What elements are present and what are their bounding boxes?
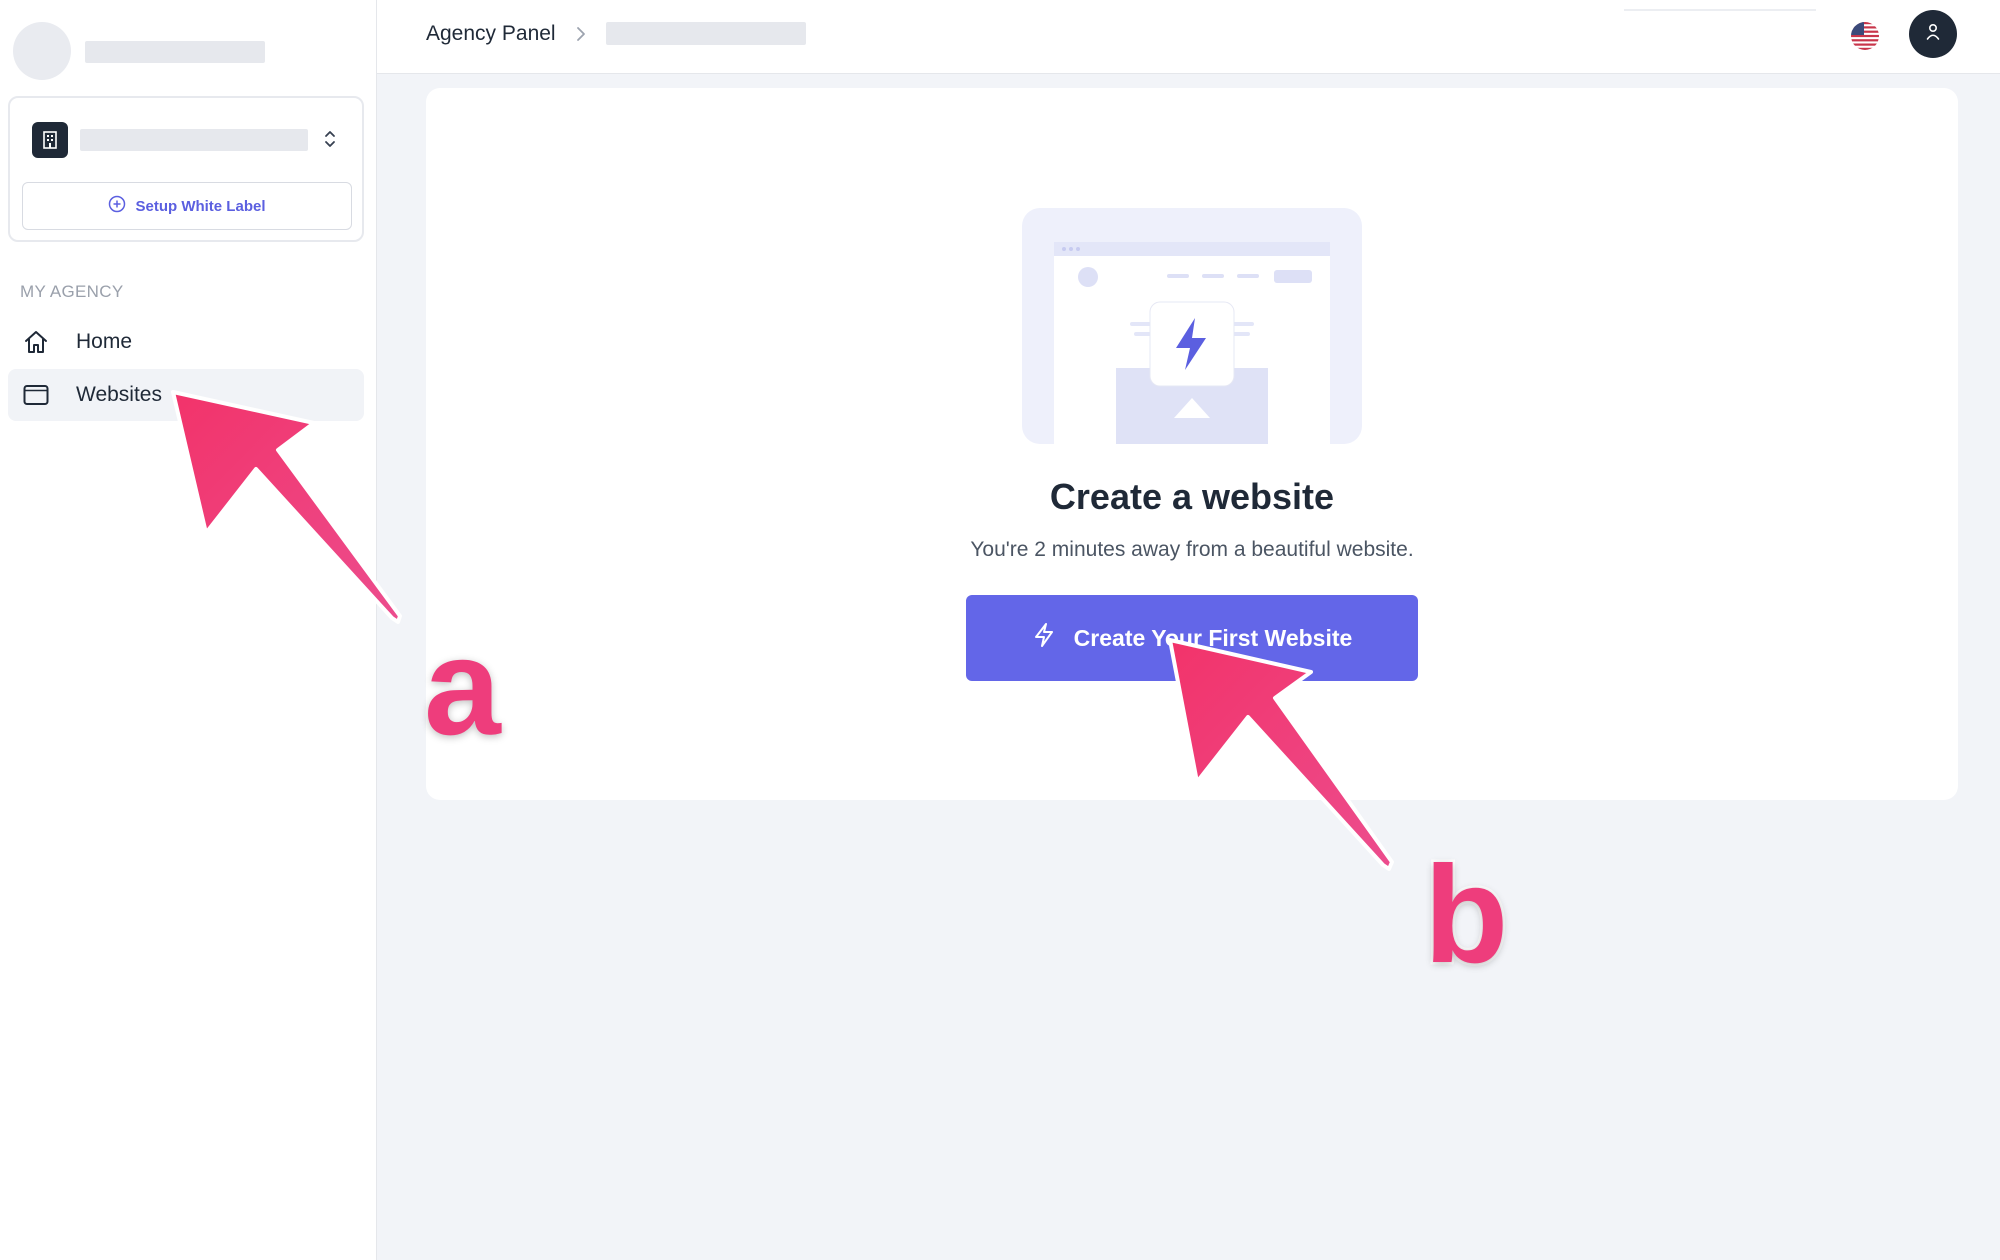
chevron-up-down-icon[interactable] — [322, 126, 338, 152]
breadcrumb-agency-panel[interactable]: Agency Panel — [426, 22, 556, 46]
annotation-label-a: a — [422, 610, 504, 764]
organization-avatar[interactable] — [13, 22, 71, 80]
create-first-website-button[interactable]: Create Your First Website — [966, 595, 1418, 681]
empty-state-subtitle: You're 2 minutes away from a beautiful w… — [970, 538, 1414, 561]
lightning-icon — [1032, 622, 1056, 654]
breadcrumb-current-placeholder — [606, 22, 806, 45]
top-bar: Agency Panel — [377, 0, 2000, 74]
empty-state-card: Create a website You're 2 minutes away f… — [426, 88, 1958, 800]
plus-circle-icon — [108, 195, 126, 217]
website-illustration — [1022, 208, 1362, 444]
user-menu-button[interactable] — [1909, 10, 1957, 58]
sidebar: Setup White Label MY AGENCY Home Website… — [0, 0, 377, 1260]
setup-white-label-button[interactable]: Setup White Label — [22, 182, 352, 230]
chevron-right-icon — [573, 22, 589, 46]
building-icon — [32, 122, 68, 158]
sidebar-item-websites[interactable]: Websites — [8, 369, 364, 421]
user-icon — [1925, 23, 1941, 46]
browser-window-icon — [22, 381, 50, 409]
organization-name-placeholder — [85, 41, 265, 63]
setup-white-label-label: Setup White Label — [135, 197, 266, 215]
annotation-label-b: b — [1421, 838, 1510, 992]
create-first-website-label: Create Your First Website — [1073, 624, 1353, 651]
section-label-my-agency: MY AGENCY — [20, 282, 124, 301]
sidebar-item-home[interactable]: Home — [8, 316, 364, 368]
divider — [1624, 9, 1816, 11]
workspace-name-placeholder[interactable] — [80, 129, 308, 151]
us-flag-icon[interactable] — [1851, 22, 1879, 50]
empty-state-title: Create a website — [1049, 476, 1335, 517]
workspace-switcher-card: Setup White Label — [8, 96, 364, 242]
sidebar-item-label: Websites — [76, 383, 162, 406]
sidebar-item-label: Home — [76, 330, 133, 353]
home-icon — [22, 328, 50, 356]
